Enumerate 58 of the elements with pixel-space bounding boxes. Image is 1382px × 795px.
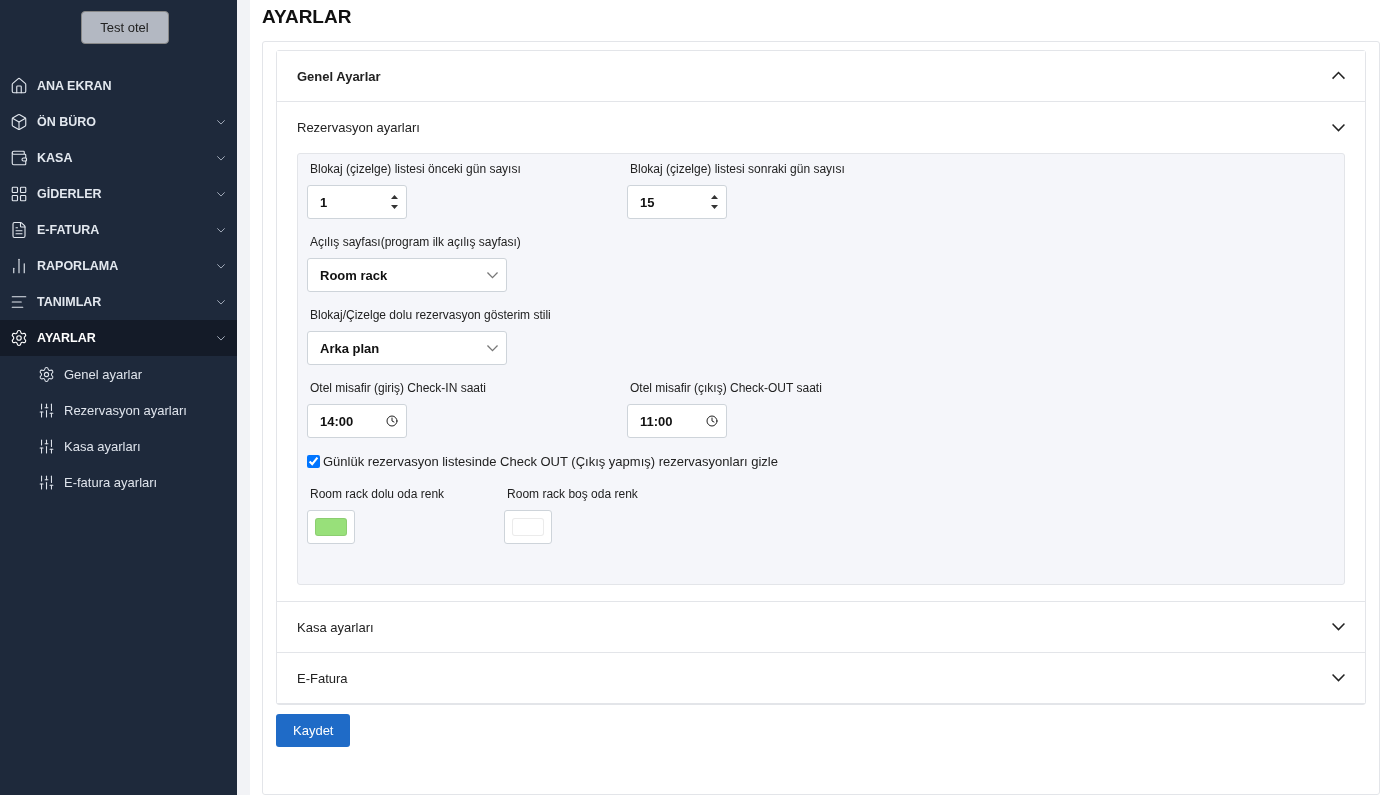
grid-icon <box>10 185 28 203</box>
chevron-down-icon <box>487 344 498 351</box>
field-label: Room rack dolu oda renk <box>309 487 445 502</box>
color-picker[interactable] <box>504 510 553 544</box>
field-label: Room rack boş oda renk <box>506 487 638 502</box>
color-picker[interactable] <box>307 510 355 544</box>
nav-subitem[interactable]: Genel ayarlar <box>0 356 237 392</box>
down-arrow-icon[interactable] <box>391 205 398 209</box>
clock-icon[interactable] <box>706 415 718 427</box>
lines-icon <box>10 293 28 311</box>
hotel-button[interactable]: Test otel <box>80 11 169 44</box>
nav-item[interactable]: AYARLAR <box>0 320 237 356</box>
chart-icon <box>10 257 28 275</box>
up-arrow-icon[interactable] <box>391 195 398 199</box>
settings-icon <box>10 329 28 347</box>
caret-icon <box>217 299 225 305</box>
chevron-down-icon <box>1332 674 1345 682</box>
chevron-up-icon <box>1332 72 1345 80</box>
caret-icon <box>217 335 225 341</box>
accordion-header[interactable]: Genel Ayarlar <box>277 51 1365 102</box>
file-icon <box>10 221 28 239</box>
nav-subitem[interactable]: E-fatura ayarları <box>0 464 237 500</box>
down-arrow-icon[interactable] <box>711 205 718 209</box>
field-label: Blokaj (çizelge) listesi sonraki gün sayısı <box>629 162 845 177</box>
field-label: Blokaj (çizelge) listesi önceki gün sayısı <box>309 162 521 177</box>
dropdown[interactable]: Room rack <box>307 258 507 292</box>
sliders-icon <box>38 401 55 419</box>
checkbox[interactable] <box>307 455 320 468</box>
caret-icon <box>217 191 225 197</box>
chevron-down-icon <box>1332 623 1345 631</box>
checkbox-label: Günlük rezervasyon listesinde Check OUT (Çıkış yapmış) rezervasyonları gizle <box>323 454 778 469</box>
sliders-icon <box>38 437 55 455</box>
time-field[interactable]: 14:00 <box>307 404 407 438</box>
up-arrow-icon[interactable] <box>711 195 718 199</box>
chevron-down-icon <box>1332 123 1345 132</box>
field-label: Açılış sayfası(program ilk açılış sayfası) <box>309 235 521 250</box>
field-label: Blokaj/Çizelge dolu rezervasyon gösterim stili <box>309 308 551 323</box>
home-icon <box>10 77 28 95</box>
sliders-icon <box>38 473 55 491</box>
caret-icon <box>217 155 225 161</box>
field-label: Otel misafir (çıkış) Check-OUT saati <box>629 381 822 396</box>
nav-subitem[interactable]: Kasa ayarları <box>0 428 237 464</box>
caret-icon <box>217 227 225 233</box>
number-field[interactable]: 1 <box>307 185 407 219</box>
time-field[interactable]: 11:00 <box>627 404 727 438</box>
box-icon <box>10 113 28 131</box>
chevron-down-icon <box>487 271 498 278</box>
settings-icon <box>38 365 55 383</box>
field-label: Otel misafir (giriş) Check-IN saati <box>309 381 487 396</box>
page-title: AYARLAR <box>262 6 353 28</box>
wallet-icon <box>10 149 28 167</box>
nav-subitem[interactable]: Rezervasyon ayarları <box>0 392 237 428</box>
save-button[interactable]: Kaydet <box>276 714 351 747</box>
caret-icon <box>217 263 225 269</box>
number-field[interactable]: 15 <box>627 185 727 219</box>
clock-icon[interactable] <box>386 415 398 427</box>
dropdown[interactable]: Arka plan <box>307 331 507 365</box>
caret-icon <box>217 119 225 125</box>
